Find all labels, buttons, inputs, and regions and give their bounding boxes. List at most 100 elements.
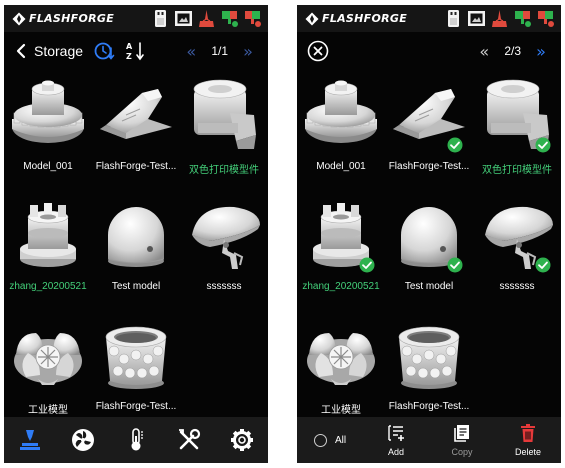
prev-page-icon[interactable]: « <box>474 42 494 61</box>
status-bar: FLASHFORGE <box>4 5 268 32</box>
camera-icon[interactable] <box>467 9 486 28</box>
file-item[interactable]: 工业模型 <box>4 315 92 425</box>
back-arrow-icon[interactable] <box>14 43 28 59</box>
svg-text:A: A <box>126 42 133 51</box>
vase-model-thumbnail <box>389 315 469 395</box>
tab-fan[interactable] <box>57 417 110 463</box>
nozzle-temp-icon[interactable] <box>197 9 216 28</box>
file-name: sssssss <box>206 281 242 292</box>
next-page-icon[interactable]: » <box>531 42 551 61</box>
wedge-model-thumbnail <box>96 75 176 155</box>
file-name: 双色打印模型件 <box>189 165 259 176</box>
add-button[interactable]: Add <box>363 417 429 463</box>
file-name: sssssss <box>499 281 535 292</box>
right-extruder-temp-icon[interactable] <box>243 9 262 28</box>
flower-model-thumbnail <box>8 315 88 395</box>
nozzle-temp-icon[interactable] <box>490 9 509 28</box>
file-name: Test model <box>404 281 454 292</box>
tab-tools[interactable] <box>162 417 215 463</box>
status-bar: FLASHFORGE <box>297 5 561 32</box>
pager: « 2/3 » <box>474 32 551 70</box>
file-item[interactable]: FlashForge-Test... <box>92 75 180 185</box>
close-icon[interactable] <box>307 40 329 62</box>
file-item[interactable]: sssssss <box>180 195 268 305</box>
file-item[interactable]: FlashForge-Test... <box>385 75 473 185</box>
file-item[interactable]: 工业模型 <box>297 315 385 425</box>
selected-check-icon <box>447 137 463 153</box>
file-item[interactable]: Model_001 <box>297 75 385 185</box>
file-name: FlashForge-Test... <box>388 161 470 172</box>
copy-icon <box>454 425 469 442</box>
settings-tab-icon <box>230 429 253 451</box>
selection-nav-bar: « 2/3 » <box>297 32 561 70</box>
file-item[interactable]: zhang_20200521 <box>4 195 92 305</box>
page-indicator: 2/3 <box>504 44 521 58</box>
selected-check-icon <box>535 137 551 153</box>
usb-icon[interactable] <box>151 9 170 28</box>
action-bar: All Add Copy Delete <box>297 417 561 463</box>
brand: FLASHFORGE <box>305 12 407 26</box>
fan-tab-icon <box>72 429 95 451</box>
storage-nav-bar: Storage A Z « 1/1 » <box>4 32 268 70</box>
brand: FLASHFORGE <box>12 12 114 26</box>
copy-button[interactable]: Copy <box>429 417 495 463</box>
vase-model-thumbnail <box>96 315 176 395</box>
bracket-model-thumbnail <box>184 75 264 155</box>
file-name: zhang_20200521 <box>9 281 87 292</box>
clock-sort-icon[interactable] <box>93 40 115 62</box>
left-extruder-temp-icon[interactable] <box>220 9 239 28</box>
alpha-sort-icon[interactable]: A Z <box>125 40 147 62</box>
gear-model-thumbnail <box>301 75 381 155</box>
trash-icon <box>521 424 535 442</box>
page-indicator: 1/1 <box>211 44 228 58</box>
pager: « 1/1 » <box>181 32 258 70</box>
selected-check-icon <box>535 257 551 273</box>
file-name: FlashForge-Test... <box>95 161 177 172</box>
select-all-toggle[interactable]: All <box>297 417 363 463</box>
file-name: zhang_20200521 <box>302 281 380 292</box>
tools-tab-icon <box>178 428 200 450</box>
file-item[interactable]: 双色打印模型件 <box>473 75 561 185</box>
file-item[interactable]: FlashForge-Test... <box>92 315 180 425</box>
file-item[interactable]: Model_001 <box>4 75 92 185</box>
castle-model-thumbnail <box>8 195 88 275</box>
helmet-model-thumbnail <box>184 195 264 275</box>
tab-settings[interactable] <box>215 417 268 463</box>
brand-name: FLASHFORGE <box>29 12 115 25</box>
select-all-radio[interactable] <box>313 433 327 447</box>
tab-temperature[interactable] <box>110 417 163 463</box>
file-item[interactable]: 双色打印模型件 <box>180 75 268 185</box>
storage-screen: FLASHFORGE Storage A Z « 1/1 » Model_001… <box>4 5 268 463</box>
file-name: 工业模型 <box>28 405 68 416</box>
delete-button[interactable]: Delete <box>495 417 561 463</box>
file-name: Model_001 <box>316 161 366 172</box>
copy-label: Copy <box>451 447 473 457</box>
file-item[interactable]: Test model <box>385 195 473 305</box>
page-title: Storage <box>34 43 84 59</box>
file-name: 工业模型 <box>321 405 361 416</box>
file-item[interactable]: sssssss <box>473 195 561 305</box>
file-item[interactable]: Test model <box>92 195 180 305</box>
tab-print[interactable] <box>4 417 57 463</box>
flower-model-thumbnail <box>301 315 381 395</box>
camera-icon[interactable] <box>174 9 193 28</box>
dome-model-thumbnail <box>96 195 176 275</box>
left-extruder-temp-icon[interactable] <box>513 9 532 28</box>
file-name: 双色打印模型件 <box>482 165 552 176</box>
file-name: FlashForge-Test... <box>388 401 470 412</box>
flashforge-logo-icon <box>12 12 26 25</box>
add-label: Add <box>387 447 404 457</box>
selected-check-icon <box>447 257 463 273</box>
file-item[interactable]: zhang_20200521 <box>297 195 385 305</box>
usb-icon[interactable] <box>444 9 463 28</box>
file-item[interactable]: FlashForge-Test... <box>385 315 473 425</box>
select-all-label: All <box>334 434 347 446</box>
selected-check-icon <box>359 257 375 273</box>
next-page-icon[interactable]: » <box>238 42 258 61</box>
file-name: Model_001 <box>23 161 73 172</box>
storage-select-screen: FLASHFORGE « 2/3 » Model_001 FlashForge-… <box>297 5 561 463</box>
brand-name: FLASHFORGE <box>322 12 408 25</box>
prev-page-icon[interactable]: « <box>181 42 201 61</box>
right-extruder-temp-icon[interactable] <box>536 9 555 28</box>
file-name: Test model <box>111 281 161 292</box>
